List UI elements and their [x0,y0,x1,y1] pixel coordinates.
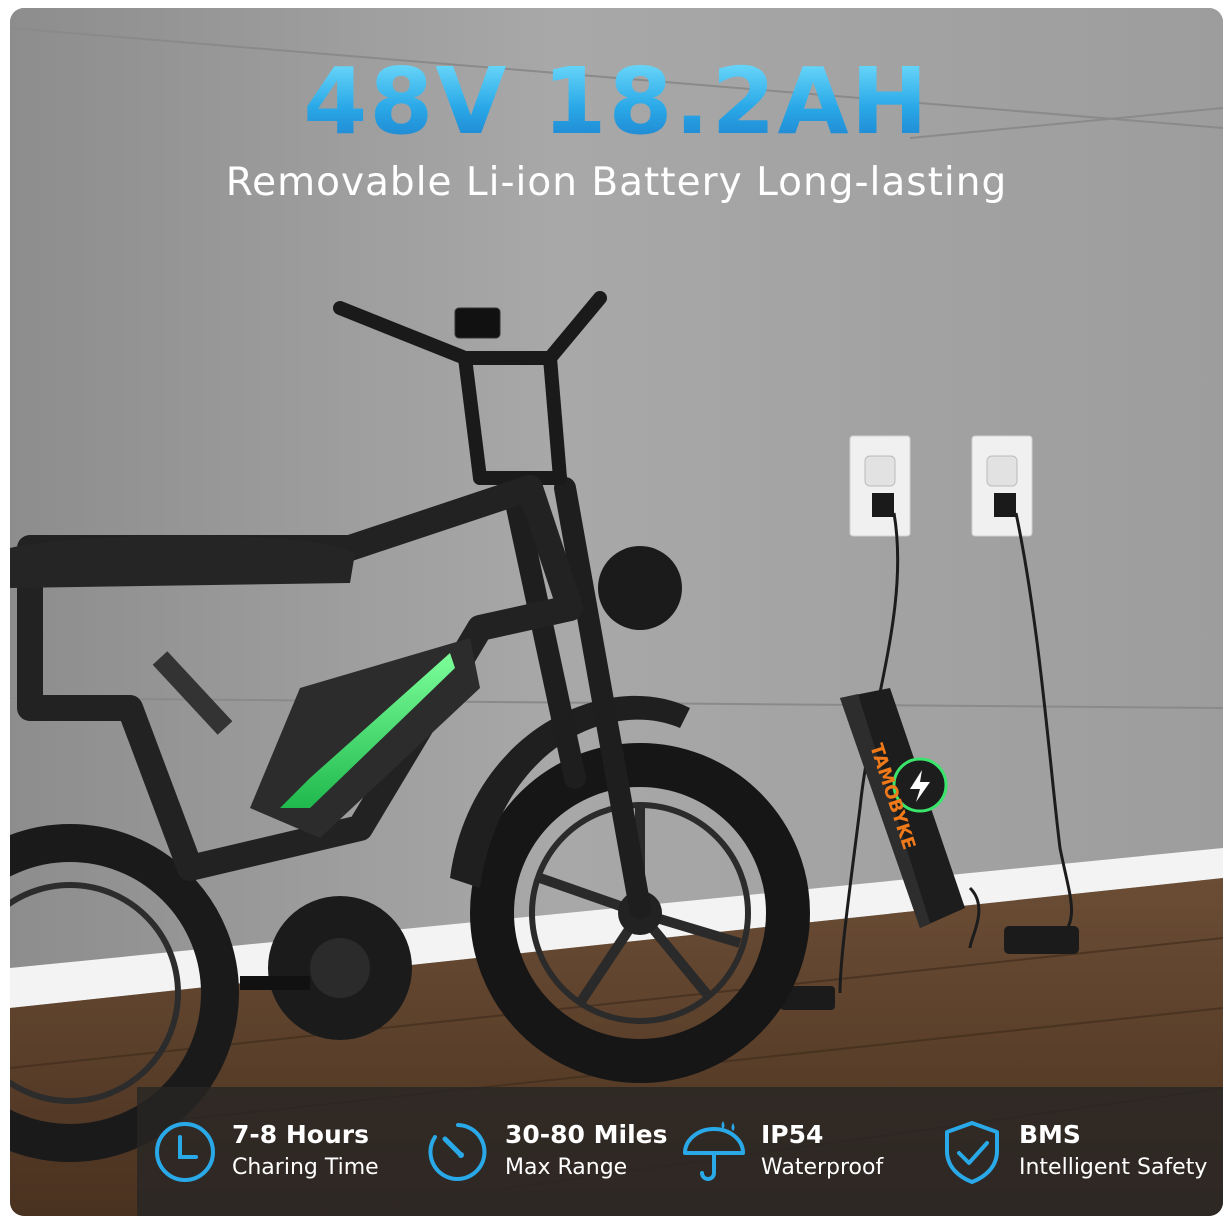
feature-title: 7-8 Hours [232,1119,369,1149]
product-banner: TAMOBYKE 48V 18.2AH Removable Li-ion Bat… [10,8,1223,1216]
feature-waterproof: IP54 Waterproof [679,1087,883,1216]
page-title: 48V 18.2AH [10,48,1223,155]
features-bar: 7-8 Hours Charing Time 30-80 Miles Max R… [137,1087,1223,1216]
feature-title: 30-80 Miles [505,1119,668,1149]
feature-subtitle: Charing Time [232,1154,379,1180]
clock-icon [155,1121,215,1182]
shield-check-icon [945,1120,999,1184]
feature-subtitle: Intelligent Safety [1019,1154,1208,1180]
feature-max-range: 30-80 Miles Max Range [423,1087,668,1216]
feature-safety: BMS Intelligent Safety [937,1087,1207,1216]
feature-charging-time: 7-8 Hours Charing Time [150,1087,379,1216]
feature-title: BMS [1019,1119,1081,1149]
feature-subtitle: Max Range [505,1154,628,1180]
wall-outlet [849,435,911,537]
umbrella-icon [683,1120,745,1181]
feature-subtitle: Waterproof [761,1154,884,1180]
gauge-icon [428,1122,487,1181]
feature-title: IP54 [761,1119,824,1149]
page-subtitle: Removable Li-ion Battery Long-lasting [225,160,1008,205]
wall-outlet [971,435,1033,537]
